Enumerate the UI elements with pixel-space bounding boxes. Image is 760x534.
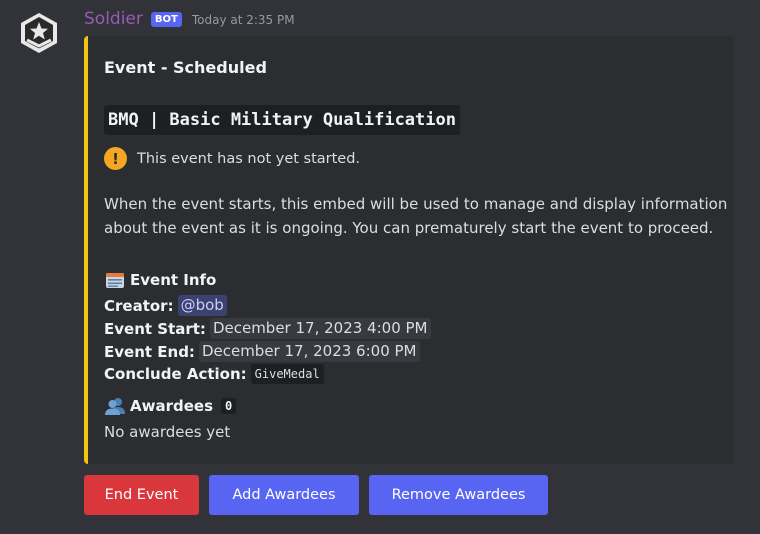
description-line: When the event starts, this embed will b…: [104, 195, 728, 213]
status-row: ! This event has not yet started.: [104, 147, 360, 170]
exclamation-icon: !: [104, 147, 127, 170]
end-event-button[interactable]: End Event: [84, 475, 199, 515]
event-name: BMQ | Basic Military Qualification: [104, 105, 460, 135]
chat-message: Soldier BOT Today at 2:35 PM Event - Sch…: [0, 0, 760, 534]
military-rank-star-icon: [21, 13, 57, 53]
event-end-label: Event End:: [104, 342, 195, 361]
busts-in-silhouette-icon: [105, 398, 125, 415]
awardees-label: Awardees: [130, 397, 213, 415]
creator-field: Creator: @bob: [104, 295, 227, 316]
remove-awardees-button[interactable]: Remove Awardees: [369, 475, 548, 515]
conclude-action-label: Conclude Action:: [104, 365, 247, 383]
awardees-heading: Awardees 0: [104, 396, 237, 416]
card-index-icon: [106, 273, 124, 288]
embed-description: When the event starts, this embed will b…: [104, 192, 728, 240]
bot-tag: BOT: [150, 11, 182, 27]
event-end-field: Event End: December 17, 2023 6:00 PM: [104, 341, 420, 362]
event-info-label: Event Info: [130, 271, 217, 289]
conclude-action-value: GiveMedal: [250, 364, 324, 384]
conclude-action-field: Conclude Action: GiveMedal: [104, 364, 324, 384]
creator-mention[interactable]: @bob: [177, 295, 227, 316]
event-start-label: Event Start:: [104, 319, 206, 338]
event-embed: Event - Scheduled BMQ | Basic Military Q…: [84, 36, 734, 464]
add-awardees-button[interactable]: Add Awardees: [209, 475, 359, 515]
embed-title: Event - Scheduled: [104, 58, 267, 77]
status-text: This event has not yet started.: [137, 150, 361, 167]
event-start-field: Event Start: December 17, 2023 4:00 PM: [104, 318, 431, 339]
awardees-empty-text: No awardees yet: [104, 423, 231, 441]
message-header: Soldier BOT Today at 2:35 PM: [84, 8, 295, 30]
description-line: about the event as it is ongoing. You ca…: [104, 219, 714, 237]
bot-avatar[interactable]: [16, 10, 62, 56]
creator-label: Creator:: [104, 296, 174, 315]
event-end-value[interactable]: December 17, 2023 6:00 PM: [198, 341, 420, 362]
username[interactable]: Soldier: [84, 9, 143, 29]
event-info-heading: Event Info: [104, 270, 216, 290]
event-start-value[interactable]: December 17, 2023 4:00 PM: [209, 318, 431, 339]
action-row: End Event Add Awardees Remove Awardees: [84, 475, 548, 515]
timestamp[interactable]: Today at 2:35 PM: [192, 11, 295, 27]
awardees-count: 0: [221, 398, 237, 414]
